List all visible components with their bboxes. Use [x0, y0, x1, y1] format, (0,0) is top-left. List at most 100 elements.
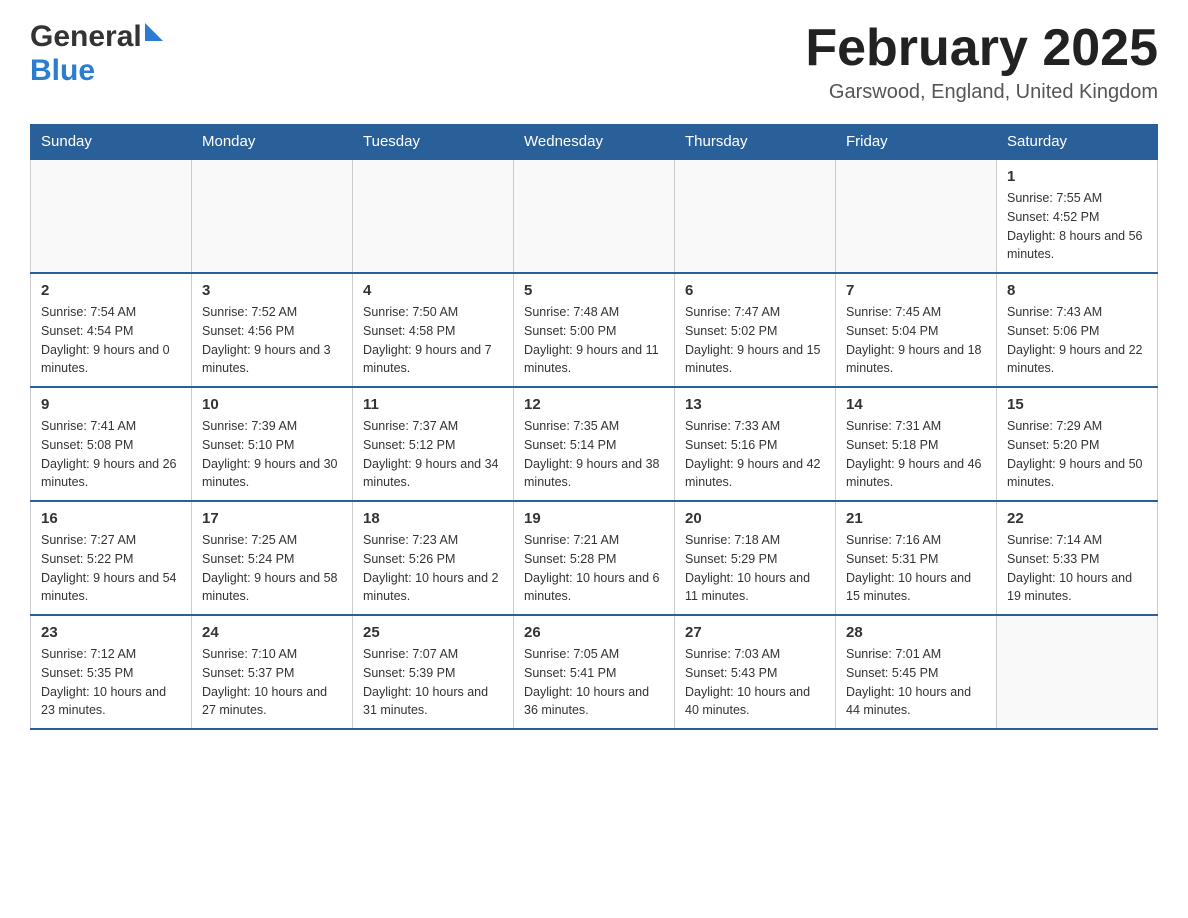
day-info: Sunrise: 7:05 AM Sunset: 5:41 PM Dayligh… [524, 645, 664, 720]
calendar-day-cell: 13 Sunrise: 7:33 AM Sunset: 5:16 PM Dayli… [675, 387, 836, 501]
day-info: Sunrise: 7:03 AM Sunset: 5:43 PM Dayligh… [685, 645, 825, 720]
day-info: Sunrise: 7:14 AM Sunset: 5:33 PM Dayligh… [1007, 531, 1147, 606]
calendar-day-cell: 22 Sunrise: 7:14 AM Sunset: 5:33 PM Dayli… [997, 501, 1158, 615]
logo-blue-text: Blue [30, 54, 95, 87]
calendar-day-cell: 12 Sunrise: 7:35 AM Sunset: 5:14 PM Dayli… [514, 387, 675, 501]
calendar-day-cell: 14 Sunrise: 7:31 AM Sunset: 5:18 PM Dayli… [836, 387, 997, 501]
day-number: 18 [363, 510, 503, 527]
day-info: Sunrise: 7:35 AM Sunset: 5:14 PM Dayligh… [524, 417, 664, 492]
calendar-day-cell: 8 Sunrise: 7:43 AM Sunset: 5:06 PM Daylig… [997, 273, 1158, 387]
day-number: 11 [363, 396, 503, 413]
calendar-day-cell: 1 Sunrise: 7:55 AM Sunset: 4:52 PM Daylig… [997, 159, 1158, 273]
calendar-day-cell: 5 Sunrise: 7:48 AM Sunset: 5:00 PM Daylig… [514, 273, 675, 387]
day-of-week-header: Wednesday [514, 125, 675, 160]
calendar-day-cell: 9 Sunrise: 7:41 AM Sunset: 5:08 PM Daylig… [31, 387, 192, 501]
day-number: 23 [41, 624, 181, 641]
calendar-day-cell: 19 Sunrise: 7:21 AM Sunset: 5:28 PM Dayli… [514, 501, 675, 615]
calendar-day-cell [353, 159, 514, 273]
day-info: Sunrise: 7:25 AM Sunset: 5:24 PM Dayligh… [202, 531, 342, 606]
title-section: February 2025 Garswood, England, United … [805, 20, 1158, 104]
calendar-day-cell: 26 Sunrise: 7:05 AM Sunset: 5:41 PM Dayli… [514, 615, 675, 729]
day-info: Sunrise: 7:29 AM Sunset: 5:20 PM Dayligh… [1007, 417, 1147, 492]
calendar-day-cell: 11 Sunrise: 7:37 AM Sunset: 5:12 PM Dayli… [353, 387, 514, 501]
day-number: 10 [202, 396, 342, 413]
day-number: 21 [846, 510, 986, 527]
calendar-week-row: 2 Sunrise: 7:54 AM Sunset: 4:54 PM Daylig… [31, 273, 1158, 387]
day-info: Sunrise: 7:48 AM Sunset: 5:00 PM Dayligh… [524, 303, 664, 378]
day-number: 16 [41, 510, 181, 527]
calendar-week-row: 9 Sunrise: 7:41 AM Sunset: 5:08 PM Daylig… [31, 387, 1158, 501]
calendar-week-row: 23 Sunrise: 7:12 AM Sunset: 5:35 PM Dayli… [31, 615, 1158, 729]
day-of-week-header: Friday [836, 125, 997, 160]
day-info: Sunrise: 7:47 AM Sunset: 5:02 PM Dayligh… [685, 303, 825, 378]
day-info: Sunrise: 7:21 AM Sunset: 5:28 PM Dayligh… [524, 531, 664, 606]
day-number: 20 [685, 510, 825, 527]
calendar-day-cell: 20Sunrise: 7:18 AM Sunset: 5:29 PM Dayli… [675, 501, 836, 615]
calendar-day-cell: 4 Sunrise: 7:50 AM Sunset: 4:58 PM Daylig… [353, 273, 514, 387]
day-info: Sunrise: 7:31 AM Sunset: 5:18 PM Dayligh… [846, 417, 986, 492]
page-header: General Blue February 2025 Garswood, Eng… [30, 20, 1158, 104]
day-number: 15 [1007, 396, 1147, 413]
day-number: 26 [524, 624, 664, 641]
day-info: Sunrise: 7:50 AM Sunset: 4:58 PM Dayligh… [363, 303, 503, 378]
day-info: Sunrise: 7:55 AM Sunset: 4:52 PM Dayligh… [1007, 189, 1147, 264]
calendar-day-cell: 7Sunrise: 7:45 AM Sunset: 5:04 PM Daylig… [836, 273, 997, 387]
calendar-day-cell: 3 Sunrise: 7:52 AM Sunset: 4:56 PM Daylig… [192, 273, 353, 387]
calendar-day-cell: 27Sunrise: 7:03 AM Sunset: 5:43 PM Dayli… [675, 615, 836, 729]
calendar-day-cell [31, 159, 192, 273]
day-number: 17 [202, 510, 342, 527]
calendar-week-row: 1 Sunrise: 7:55 AM Sunset: 4:52 PM Daylig… [31, 159, 1158, 273]
day-info: Sunrise: 7:39 AM Sunset: 5:10 PM Dayligh… [202, 417, 342, 492]
location-text: Garswood, England, United Kingdom [805, 81, 1158, 104]
calendar-day-cell: 28Sunrise: 7:01 AM Sunset: 5:45 PM Dayli… [836, 615, 997, 729]
calendar-day-cell: 21 Sunrise: 7:16 AM Sunset: 5:31 PM Dayli… [836, 501, 997, 615]
day-number: 3 [202, 282, 342, 299]
calendar-day-cell: 2 Sunrise: 7:54 AM Sunset: 4:54 PM Daylig… [31, 273, 192, 387]
calendar-day-cell [514, 159, 675, 273]
day-number: 24 [202, 624, 342, 641]
day-number: 22 [1007, 510, 1147, 527]
day-number: 25 [363, 624, 503, 641]
day-info: Sunrise: 7:12 AM Sunset: 5:35 PM Dayligh… [41, 645, 181, 720]
calendar-day-cell: 17 Sunrise: 7:25 AM Sunset: 5:24 PM Dayli… [192, 501, 353, 615]
calendar-day-cell [997, 615, 1158, 729]
calendar-day-cell: 25 Sunrise: 7:07 AM Sunset: 5:39 PM Dayli… [353, 615, 514, 729]
day-of-week-header: Monday [192, 125, 353, 160]
day-number: 1 [1007, 168, 1147, 185]
day-info: Sunrise: 7:54 AM Sunset: 4:54 PM Dayligh… [41, 303, 181, 378]
day-number: 28 [846, 624, 986, 641]
logo: General Blue [30, 20, 163, 88]
day-info: Sunrise: 7:27 AM Sunset: 5:22 PM Dayligh… [41, 531, 181, 606]
day-number: 14 [846, 396, 986, 413]
day-number: 13 [685, 396, 825, 413]
logo-general-text: General [30, 20, 142, 54]
calendar-day-cell: 15 Sunrise: 7:29 AM Sunset: 5:20 PM Dayli… [997, 387, 1158, 501]
day-number: 5 [524, 282, 664, 299]
day-number: 8 [1007, 282, 1147, 299]
day-of-week-header: Thursday [675, 125, 836, 160]
day-number: 4 [363, 282, 503, 299]
day-of-week-header: Tuesday [353, 125, 514, 160]
day-number: 7 [846, 282, 986, 299]
calendar-day-cell: 18Sunrise: 7:23 AM Sunset: 5:26 PM Dayli… [353, 501, 514, 615]
day-info: Sunrise: 7:52 AM Sunset: 4:56 PM Dayligh… [202, 303, 342, 378]
day-info: Sunrise: 7:43 AM Sunset: 5:06 PM Dayligh… [1007, 303, 1147, 378]
day-info: Sunrise: 7:37 AM Sunset: 5:12 PM Dayligh… [363, 417, 503, 492]
logo-arrow-icon [145, 23, 163, 41]
calendar-day-cell: 23 Sunrise: 7:12 AM Sunset: 5:35 PM Dayli… [31, 615, 192, 729]
day-number: 9 [41, 396, 181, 413]
day-info: Sunrise: 7:07 AM Sunset: 5:39 PM Dayligh… [363, 645, 503, 720]
day-number: 2 [41, 282, 181, 299]
calendar-day-cell: 24Sunrise: 7:10 AM Sunset: 5:37 PM Dayli… [192, 615, 353, 729]
day-number: 6 [685, 282, 825, 299]
calendar-day-cell [836, 159, 997, 273]
calendar-week-row: 16 Sunrise: 7:27 AM Sunset: 5:22 PM Dayli… [31, 501, 1158, 615]
calendar-day-cell [192, 159, 353, 273]
calendar-table: SundayMondayTuesdayWednesdayThursdayFrid… [30, 124, 1158, 730]
day-info: Sunrise: 7:33 AM Sunset: 5:16 PM Dayligh… [685, 417, 825, 492]
day-number: 19 [524, 510, 664, 527]
calendar-day-cell: 16 Sunrise: 7:27 AM Sunset: 5:22 PM Dayli… [31, 501, 192, 615]
day-info: Sunrise: 7:41 AM Sunset: 5:08 PM Dayligh… [41, 417, 181, 492]
day-info: Sunrise: 7:16 AM Sunset: 5:31 PM Dayligh… [846, 531, 986, 606]
day-number: 12 [524, 396, 664, 413]
